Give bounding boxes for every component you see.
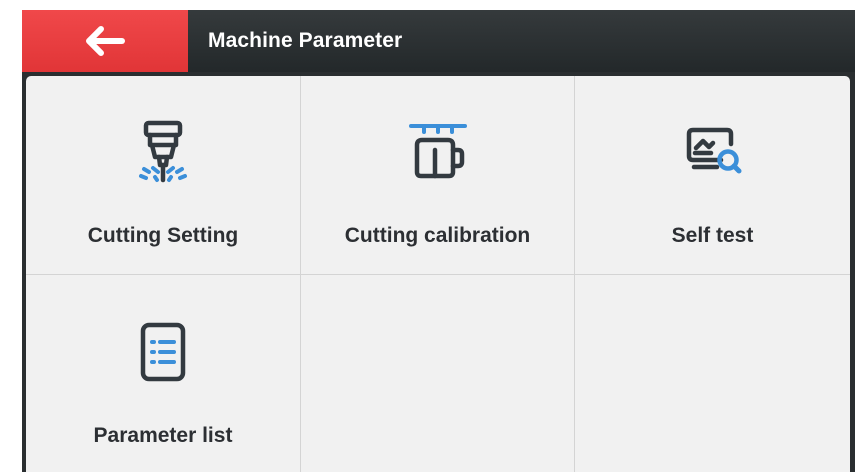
- self-test-button[interactable]: Self test: [575, 76, 850, 275]
- page-title: Machine Parameter: [208, 29, 403, 52]
- monitor-search-icon: [681, 120, 745, 184]
- cutting-head-icon: [131, 120, 195, 184]
- cutting-setting-label: Cutting Setting: [87, 224, 239, 247]
- cutting-setting-button[interactable]: Cutting Setting: [26, 76, 301, 275]
- empty-cell: [575, 275, 850, 472]
- arrow-left-icon: [84, 26, 126, 56]
- menu-panel: Cutting Setting Cutting calibration Self…: [26, 76, 850, 472]
- cutting-calibration-button[interactable]: Cutting calibration: [301, 76, 575, 275]
- cutting-calibration-label: Cutting calibration: [344, 224, 531, 247]
- back-button[interactable]: [22, 10, 188, 72]
- app-screen: Machine Parameter Cutting Setting Cuttin…: [22, 10, 855, 472]
- header-bar: Machine Parameter: [22, 10, 855, 72]
- parameter-list-label: Parameter list: [93, 424, 233, 447]
- self-test-label: Self test: [671, 224, 754, 247]
- list-document-icon: [131, 321, 195, 385]
- empty-cell: [301, 275, 575, 472]
- calibration-icon: [406, 120, 470, 184]
- menu-grid: Cutting Setting Cutting calibration Self…: [26, 76, 850, 472]
- parameter-list-button[interactable]: Parameter list: [26, 275, 301, 472]
